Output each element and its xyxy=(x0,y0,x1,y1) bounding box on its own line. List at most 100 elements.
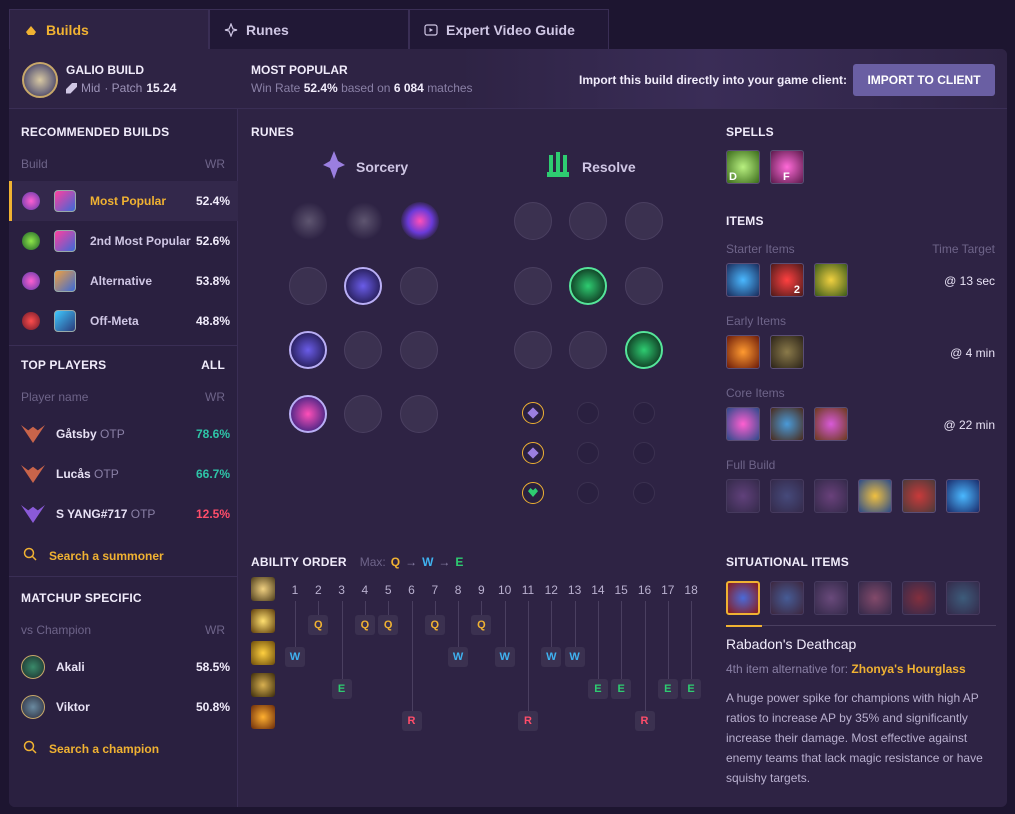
skill-cell-q: Q xyxy=(471,615,492,635)
build-row-most-popular[interactable]: Most Popular 52.4% xyxy=(9,181,238,221)
import-to-client-button[interactable]: IMPORT TO CLIENT xyxy=(853,64,995,96)
early-time: @ 4 min xyxy=(950,346,995,360)
rune-gathering-storm[interactable] xyxy=(400,395,438,433)
full-item-5[interactable] xyxy=(902,479,936,513)
col-player-name: Player name xyxy=(21,390,89,404)
full-item-3[interactable] xyxy=(814,479,848,513)
rune-scorch[interactable] xyxy=(289,395,327,433)
shard-health[interactable] xyxy=(522,482,544,504)
build-panel: GALIO BUILD Mid · Patch 15.24 MOST POPUL… xyxy=(9,49,1007,807)
top-players-all-link[interactable]: ALL xyxy=(201,358,225,372)
rune-transcendence[interactable] xyxy=(289,331,327,369)
runes-title: RUNES xyxy=(251,125,295,139)
core-item-2[interactable] xyxy=(770,407,804,441)
rune-font-of-life[interactable] xyxy=(569,202,607,240)
starter-item-ward[interactable] xyxy=(814,263,848,297)
search-summoner-link[interactable]: Search a summoner xyxy=(23,547,164,564)
shard-attack-speed[interactable] xyxy=(577,402,599,424)
skill-cell-w: W xyxy=(285,647,305,667)
player-row[interactable]: Gåtsby OTP 78.6% xyxy=(9,414,238,454)
situational-item-rabadons[interactable] xyxy=(726,581,760,615)
core-item-3[interactable] xyxy=(814,407,848,441)
ignite-spell-icon[interactable]: F xyxy=(770,150,804,184)
sorcery-icon xyxy=(322,150,346,183)
shard-tenacity[interactable] xyxy=(577,482,599,504)
rune-revitalize[interactable] xyxy=(569,331,607,369)
rune-second-wind[interactable] xyxy=(569,267,607,305)
spell-icon xyxy=(54,190,76,212)
time-target-label: Time Target xyxy=(932,242,995,256)
spells-title: SPELLS xyxy=(726,125,774,139)
tab-builds[interactable]: Builds xyxy=(9,9,209,49)
spell-icon xyxy=(54,270,76,292)
build-wr: 52.6% xyxy=(195,234,230,248)
shard-adaptive-force[interactable] xyxy=(522,402,544,424)
full-item-2[interactable] xyxy=(770,479,804,513)
rune-summon-aery[interactable] xyxy=(290,202,328,240)
build-row-off-meta[interactable]: Off-Meta 48.8% xyxy=(9,301,238,341)
video-icon xyxy=(424,23,438,37)
tab-expert-video-guide[interactable]: Expert Video Guide xyxy=(409,9,609,49)
matchup-title: MATCHUP SPECIFIC xyxy=(21,591,142,605)
rune-icon-primary xyxy=(22,312,40,330)
full-item-4[interactable] xyxy=(858,479,892,513)
level-number: 14 xyxy=(591,583,605,597)
shard-adaptive-force-2[interactable] xyxy=(522,442,544,464)
shard-ability-haste[interactable] xyxy=(633,402,655,424)
starter-item-potion[interactable]: 2 xyxy=(770,263,804,297)
level-number: 9 xyxy=(478,583,485,597)
early-item-1[interactable] xyxy=(726,335,760,369)
tab-label: Expert Video Guide xyxy=(446,21,575,38)
build-wr: 53.8% xyxy=(195,274,230,288)
rune-axiom-arcanist[interactable] xyxy=(289,267,327,305)
search-champion-link[interactable]: Search a champion xyxy=(23,740,159,757)
situational-item-6[interactable] xyxy=(946,581,980,615)
shard-health-scaling[interactable] xyxy=(633,442,655,464)
import-text: Import this build directly into your gam… xyxy=(579,73,848,87)
search-icon xyxy=(23,547,37,564)
situational-item-2[interactable] xyxy=(770,581,804,615)
level-number: 3 xyxy=(338,583,345,597)
build-row-alternative[interactable]: Alternative 53.8% xyxy=(9,261,238,301)
rune-unflinching[interactable] xyxy=(625,331,663,369)
rune-overgrowth[interactable] xyxy=(514,331,552,369)
ability-order-header: ABILITY ORDER Max: Q → W → E xyxy=(251,555,464,569)
level-guide-line xyxy=(434,601,436,615)
early-item-boots[interactable] xyxy=(770,335,804,369)
situational-item-3[interactable] xyxy=(814,581,848,615)
rune-arcane-comet[interactable] xyxy=(345,202,383,240)
level-number: 4 xyxy=(361,583,369,597)
situational-item-5[interactable] xyxy=(902,581,936,615)
build-row-2nd-most-popular[interactable]: 2nd Most Popular 52.6% xyxy=(9,221,238,261)
rune-demolish[interactable] xyxy=(514,202,552,240)
rune-shield-bash[interactable] xyxy=(625,202,663,240)
level-guide-line xyxy=(621,601,623,679)
starter-item-1[interactable] xyxy=(726,263,760,297)
rune-nimbus-cloak[interactable] xyxy=(400,267,438,305)
rune-celerity[interactable] xyxy=(344,331,382,369)
player-row[interactable]: S YANG#717 OTP 12.5% xyxy=(9,494,238,534)
matchup-row-viktor[interactable]: Viktor 50.8% xyxy=(9,687,238,727)
rune-phase-rush[interactable] xyxy=(401,202,439,240)
full-item-6[interactable] xyxy=(946,479,980,513)
win-rate-summary: Win Rate 52.4% based on 6 084 matches xyxy=(251,81,473,95)
full-item-1[interactable] xyxy=(726,479,760,513)
rune-bone-plating[interactable] xyxy=(625,267,663,305)
rune-icon-primary xyxy=(22,192,40,210)
champion-portrait xyxy=(22,62,58,98)
matchup-row-akali[interactable]: Akali 58.5% xyxy=(9,647,238,687)
rune-absolute-focus[interactable] xyxy=(400,331,438,369)
core-item-1[interactable] xyxy=(726,407,760,441)
flash-spell-icon[interactable]: D xyxy=(726,150,760,184)
player-row[interactable]: Lucås OTP 66.7% xyxy=(9,454,238,494)
shard-move-speed[interactable] xyxy=(577,442,599,464)
tab-runes[interactable]: Runes xyxy=(209,9,409,49)
situational-item-4[interactable] xyxy=(858,581,892,615)
rune-manaflow-band[interactable] xyxy=(344,267,382,305)
rune-conditioning[interactable] xyxy=(514,267,552,305)
champion-name: Viktor xyxy=(56,700,90,714)
shard-health-scaling-2[interactable] xyxy=(633,482,655,504)
level-number: 7 xyxy=(431,583,439,597)
build-name: Most Popular xyxy=(90,194,167,208)
rune-waterwalking[interactable] xyxy=(344,395,382,433)
